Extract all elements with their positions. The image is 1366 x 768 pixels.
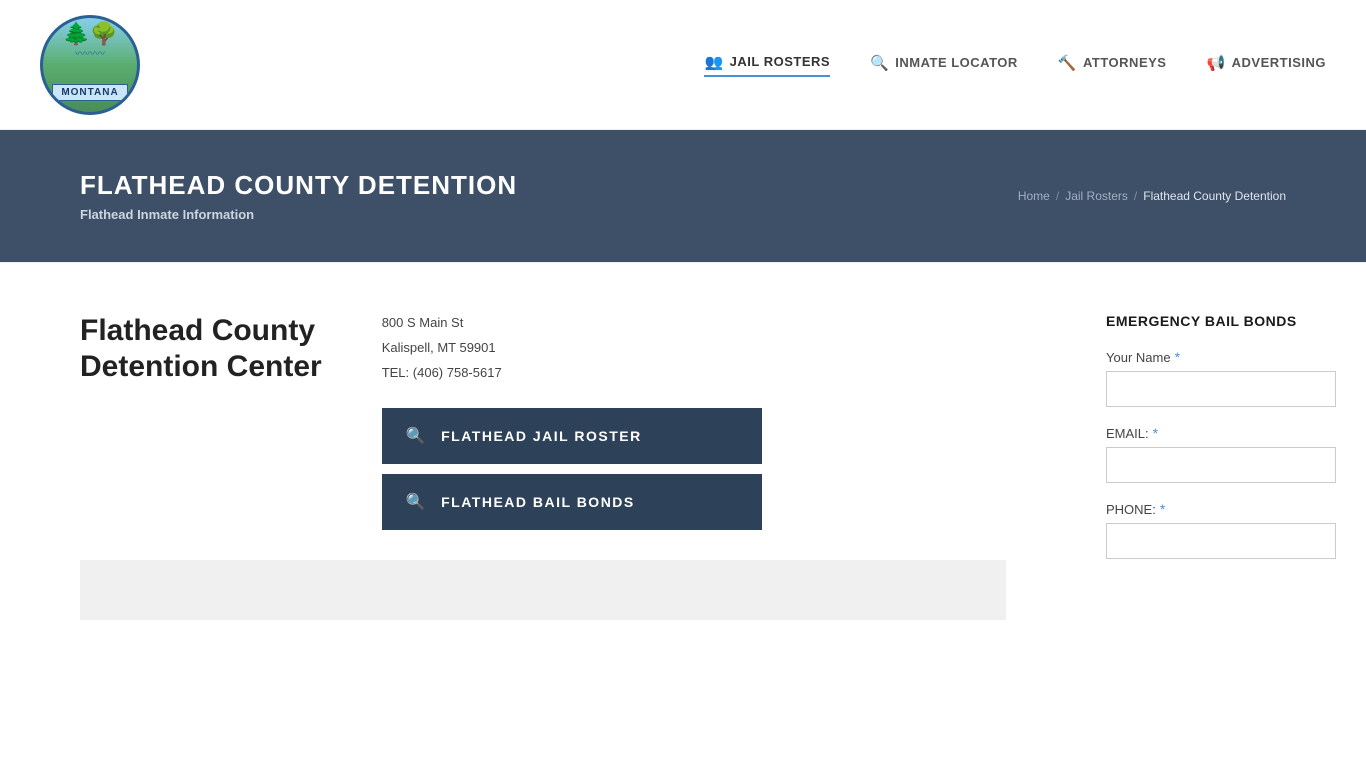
content-wrapper: Flathead County Detention Center 800 S M… bbox=[0, 262, 1366, 768]
tel-number: (406) 758-5617 bbox=[413, 365, 502, 380]
bottom-gray-strip bbox=[80, 560, 1006, 620]
address-block: 800 S Main St Kalispell, MT 59901 TEL: (… bbox=[382, 313, 1006, 383]
search-icon: 🔍 bbox=[870, 54, 889, 72]
phone-required-star: * bbox=[1160, 501, 1165, 517]
name-required-star: * bbox=[1175, 349, 1180, 365]
breadcrumb-sep1: / bbox=[1056, 189, 1059, 203]
breadcrumb-home[interactable]: Home bbox=[1018, 189, 1050, 203]
people-icon: 👥 bbox=[704, 53, 723, 71]
email-field-group: EMAIL: * bbox=[1106, 425, 1336, 483]
bail-bonds-button[interactable]: 🔍 FLATHEAD BAIL BONDS bbox=[382, 474, 762, 530]
logo-tree-icon: 🌲🌳 bbox=[63, 23, 118, 45]
email-label: EMAIL: * bbox=[1106, 425, 1336, 441]
nav-jail-rosters[interactable]: 👥 JAIL ROSTERS bbox=[704, 53, 830, 77]
jail-roster-button[interactable]: 🔍 FLATHEAD JAIL ROSTER bbox=[382, 408, 762, 464]
hero-banner: FLATHEAD COUNTY DETENTION Flathead Inmat… bbox=[0, 130, 1366, 262]
facility-info-right: 800 S Main St Kalispell, MT 59901 TEL: (… bbox=[382, 313, 1006, 530]
main-nav: 👥 JAIL ROSTERS 🔍 INMATE LOCATOR 🔨 ATTORN… bbox=[704, 53, 1326, 77]
breadcrumb-current: Flathead County Detention bbox=[1143, 189, 1286, 203]
megaphone-icon: 📢 bbox=[1206, 54, 1225, 72]
site-header: 🌲🌳 〰〰〰 MONTANA 👥 JAIL ROSTERS 🔍 INMATE L… bbox=[0, 0, 1366, 130]
tel-label: TEL: bbox=[382, 365, 409, 380]
sidebar: EMERGENCY BAIL BONDS Your Name * EMAIL: … bbox=[1066, 263, 1366, 768]
facility-name: Flathead County Detention Center bbox=[80, 313, 322, 385]
name-label: Your Name * bbox=[1106, 349, 1336, 365]
content-main: Flathead County Detention Center 800 S M… bbox=[0, 263, 1066, 768]
hero-title-area: FLATHEAD COUNTY DETENTION Flathead Inmat… bbox=[80, 170, 517, 222]
phone-input[interactable] bbox=[1106, 523, 1336, 559]
logo-icon: 🌲🌳 〰〰〰 MONTANA bbox=[40, 15, 140, 115]
tel-line: TEL: (406) 758-5617 bbox=[382, 363, 1006, 384]
action-buttons: 🔍 FLATHEAD JAIL ROSTER 🔍 FLATHEAD BAIL B… bbox=[382, 408, 762, 530]
name-field-group: Your Name * bbox=[1106, 349, 1336, 407]
facility-info-left: Flathead County Detention Center bbox=[80, 313, 322, 530]
phone-label: PHONE: * bbox=[1106, 501, 1336, 517]
name-input[interactable] bbox=[1106, 371, 1336, 407]
address-line2: Kalispell, MT 59901 bbox=[382, 338, 1006, 359]
nav-advertising[interactable]: 📢 ADVERTISING bbox=[1206, 54, 1326, 76]
logo-text: MONTANA bbox=[52, 84, 127, 101]
breadcrumb: Home / Jail Rosters / Flathead County De… bbox=[1018, 189, 1286, 203]
search-icon-bail: 🔍 bbox=[406, 492, 427, 512]
gavel-icon: 🔨 bbox=[1058, 54, 1077, 72]
email-input[interactable] bbox=[1106, 447, 1336, 483]
search-icon-jail: 🔍 bbox=[406, 426, 427, 446]
page-title: FLATHEAD COUNTY DETENTION bbox=[80, 170, 517, 201]
breadcrumb-sep2: / bbox=[1134, 189, 1137, 203]
sidebar-title: EMERGENCY BAIL BONDS bbox=[1106, 313, 1336, 329]
address-line1: 800 S Main St bbox=[382, 313, 1006, 334]
logo-water-icon: 〰〰〰 bbox=[75, 45, 105, 60]
phone-field-group: PHONE: * bbox=[1106, 501, 1336, 559]
page-subtitle: Flathead Inmate Information bbox=[80, 207, 517, 222]
detention-header-row: Flathead County Detention Center 800 S M… bbox=[80, 313, 1006, 530]
nav-inmate-locator[interactable]: 🔍 INMATE LOCATOR bbox=[870, 54, 1018, 76]
nav-attorneys[interactable]: 🔨 ATTORNEYS bbox=[1058, 54, 1167, 76]
breadcrumb-jail-rosters[interactable]: Jail Rosters bbox=[1065, 189, 1128, 203]
email-required-star: * bbox=[1153, 425, 1158, 441]
logo-area: 🌲🌳 〰〰〰 MONTANA bbox=[40, 15, 140, 115]
